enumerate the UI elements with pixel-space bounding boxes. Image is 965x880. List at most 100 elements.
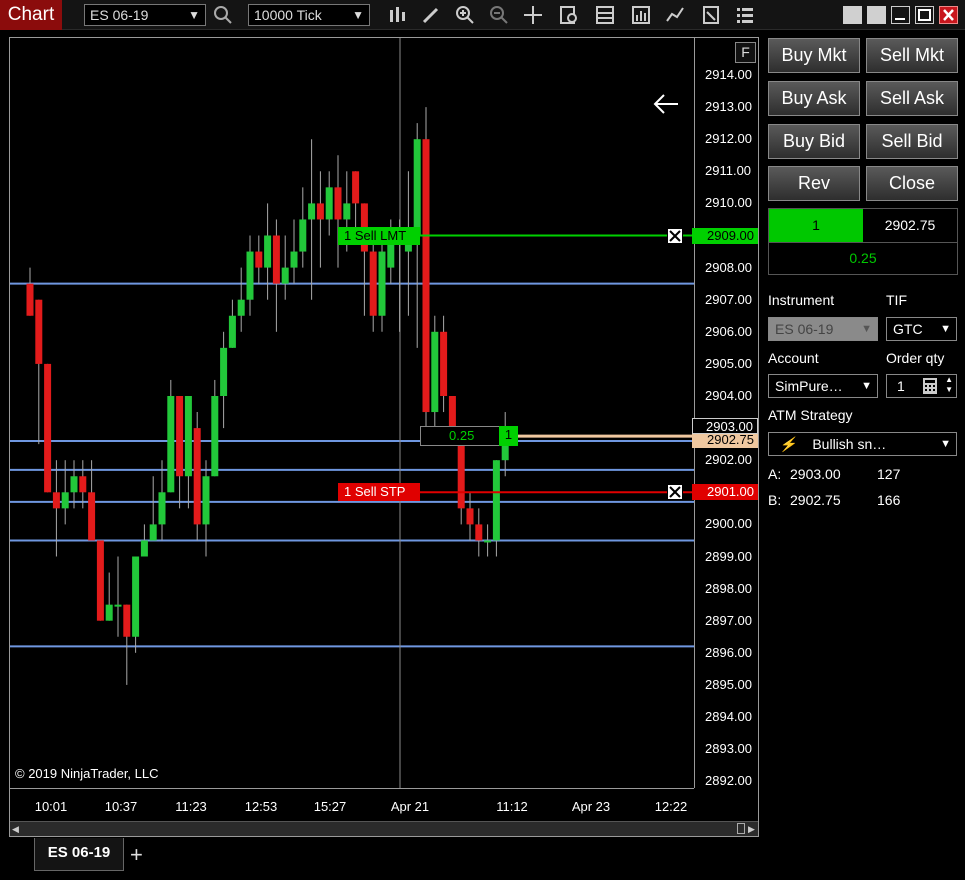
position-avg-price: 2902.75	[884, 217, 936, 233]
candle-body	[184, 396, 192, 477]
interval-selector-value: 10000 Tick	[254, 7, 322, 23]
position-tag[interactable]: 0.25 1	[420, 426, 518, 447]
tif-select-value: GTC	[893, 321, 923, 337]
reverse-button[interactable]: Rev	[768, 166, 860, 201]
indicators-icon[interactable]	[628, 3, 654, 27]
instrument-selector[interactable]: ES 06-19 ▼	[84, 4, 206, 26]
search-icon[interactable]	[210, 3, 236, 27]
instrument-field-value: ES 06-19	[775, 321, 834, 337]
minimize-icon[interactable]	[891, 6, 910, 24]
candle-body	[70, 476, 78, 493]
zoom-in-icon[interactable]	[452, 3, 478, 27]
price-axis[interactable]: 2914.00 2913.00 2912.00 2911.00 2910.00 2909.…	[692, 38, 758, 788]
close-position-button[interactable]: Close	[866, 166, 958, 201]
calculator-icon[interactable]	[923, 378, 937, 400]
time-axis[interactable]: 10:01 10:37 11:23 12:53 15:27 Apr 21 11:12 Apr …	[10, 788, 694, 820]
price-tick-label: 2894.00	[705, 709, 752, 724]
pencil-icon[interactable]	[418, 3, 444, 27]
sell-stop-order-tag[interactable]: 1 Sell STP	[338, 483, 420, 502]
position-display: 1 2902.75 0.25	[768, 208, 958, 275]
price-tick-label: 2904.00	[705, 388, 752, 403]
chart-trader-panel: Buy Mkt Sell Mkt Buy Ask Sell Ask Buy Bi…	[765, 37, 965, 837]
cancel-sell-stop-icon[interactable]	[667, 484, 683, 501]
chevron-down-icon: ▼	[940, 323, 951, 335]
candle-body	[193, 428, 201, 525]
candle-body	[26, 283, 34, 316]
close-icon[interactable]	[939, 6, 958, 24]
title-bar: Chart ES 06-19 ▼ 10000 Tick ▼	[0, 0, 965, 30]
crosshair-icon[interactable]	[520, 3, 546, 27]
bid-price: 2902.75	[790, 492, 841, 508]
back-arrow-icon[interactable]	[652, 90, 680, 118]
cancel-sell-limit-icon[interactable]	[667, 227, 683, 244]
candle-body	[44, 363, 52, 493]
scroll-left-icon[interactable]: ◀	[12, 824, 19, 835]
atm-strategy-select[interactable]: ⚡ Bullish sn… ▼	[768, 432, 957, 456]
time-tick-label: 12:53	[244, 799, 278, 814]
chevron-down-icon: ▼	[861, 323, 872, 335]
position-qty: 1	[499, 426, 518, 447]
sell-stop-qty: 1	[344, 484, 352, 500]
properties-icon[interactable]	[592, 3, 618, 27]
maximize-icon[interactable]	[915, 6, 934, 24]
order-qty-label: Order qty	[886, 350, 945, 366]
candle-body	[308, 203, 316, 220]
candle-body	[369, 251, 377, 316]
window-color-icon[interactable]	[843, 6, 862, 24]
price-tick-label: 2902.00	[705, 452, 752, 468]
candle-body	[440, 331, 448, 396]
spinner-icon[interactable]: ▲ ▼	[945, 375, 953, 395]
candle-body	[211, 396, 219, 477]
strategies-icon[interactable]	[662, 3, 688, 27]
sell-limit-price-marker: 2909.00	[692, 227, 758, 244]
account-label: Account	[768, 350, 819, 366]
chevron-down-icon: ▼	[188, 8, 200, 22]
horizontal-scrollbar[interactable]: ◀ ▶	[10, 821, 758, 836]
sell-market-button[interactable]: Sell Mkt	[866, 38, 958, 73]
list-icon[interactable]	[732, 3, 758, 27]
sell-stop-label: Sell STP	[354, 484, 406, 500]
buy-ask-button[interactable]: Buy Ask	[768, 81, 860, 116]
price-chart-plot[interactable]	[10, 38, 694, 788]
order-qty-input[interactable]: 1 ▲ ▼	[886, 374, 957, 398]
candle-body	[466, 508, 474, 525]
bid-size: 166	[877, 492, 901, 508]
copyright-text: © 2019 NinjaTrader, LLC	[15, 766, 159, 781]
add-tab-icon[interactable]: +	[130, 842, 143, 868]
window-tile-icon[interactable]	[867, 6, 886, 24]
scroll-thumb[interactable]	[737, 823, 745, 834]
zoom-out-icon[interactable]	[486, 3, 512, 27]
candle-body	[325, 187, 333, 220]
candle-body	[61, 492, 69, 509]
tif-select[interactable]: GTC ▼	[886, 317, 957, 341]
interval-selector[interactable]: 10000 Tick ▼	[248, 4, 370, 26]
price-tick-label: 2893.00	[705, 741, 752, 757]
time-tick-label: 11:23	[175, 799, 207, 814]
bar-style-icon[interactable]	[384, 3, 410, 27]
instrument-label: Instrument	[768, 292, 835, 308]
chart-panel[interactable]: 1 Sell LMT 1 Sell STP 0.25 1 F © 2019 Ni…	[9, 37, 759, 837]
calculator-icon[interactable]	[698, 3, 724, 27]
candle-body	[316, 203, 324, 220]
candle-body	[290, 251, 298, 268]
position-pnl: 0.25	[449, 428, 475, 444]
position-qty-cell: 1	[769, 209, 863, 242]
candle-body	[255, 251, 263, 268]
candle-body	[220, 347, 228, 396]
buy-market-button[interactable]: Buy Mkt	[768, 38, 860, 73]
tif-label: TIF	[886, 292, 907, 308]
lightning-icon: ⚡	[779, 436, 797, 452]
account-select[interactable]: SimPure… ▼	[768, 374, 878, 398]
ask-size: 127	[877, 466, 901, 482]
sell-bid-button[interactable]: Sell Bid	[866, 124, 958, 159]
buy-bid-button[interactable]: Buy Bid	[768, 124, 860, 159]
price-tick-label: 2911.00	[705, 163, 752, 179]
sell-stop-price-marker: 2901.00	[692, 484, 758, 501]
sell-limit-order-tag[interactable]: 1 Sell LMT	[338, 226, 420, 245]
instrument-selector-value: ES 06-19	[90, 7, 149, 23]
scroll-right-icon[interactable]: ▶	[748, 824, 755, 835]
time-tick-label: 11:12	[496, 799, 528, 814]
data-box-icon[interactable]	[556, 3, 582, 27]
sell-ask-button[interactable]: Sell Ask	[866, 81, 958, 116]
tab-es-06-19[interactable]: ES 06-19	[34, 838, 124, 871]
